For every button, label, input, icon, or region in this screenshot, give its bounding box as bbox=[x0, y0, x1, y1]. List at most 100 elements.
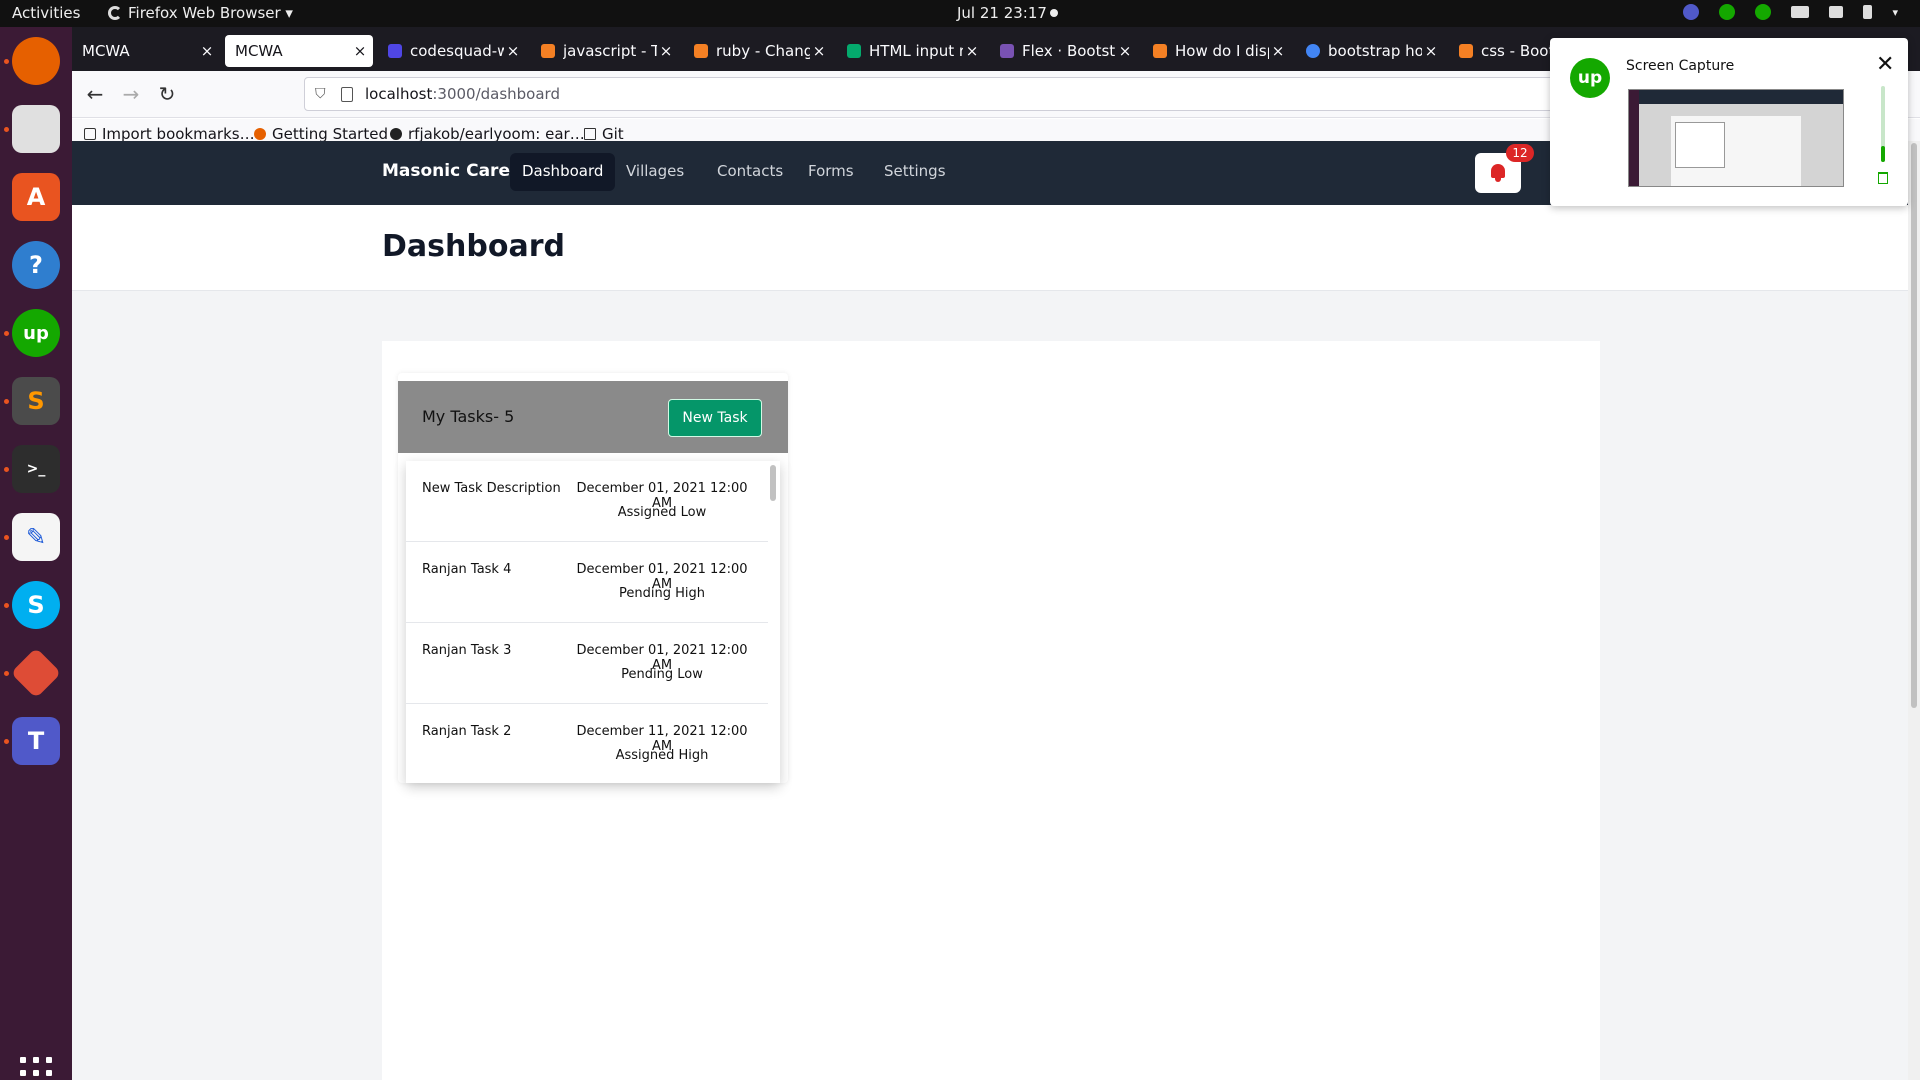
task-name: Ranjan Task 4 bbox=[422, 562, 512, 577]
url-path: :3000/dashboard bbox=[432, 85, 560, 103]
app-center-icon[interactable]: A bbox=[12, 173, 60, 221]
system-tray[interactable]: ▾ bbox=[1683, 4, 1898, 20]
url-host: localhost bbox=[365, 85, 433, 103]
running-indicator bbox=[4, 535, 9, 540]
browser-tab[interactable]: How do I displ × bbox=[1143, 35, 1291, 67]
browser-tab[interactable]: HTML input re × bbox=[837, 35, 985, 67]
my-tasks-card: My Tasks- 5 New Task New Task Descriptio… bbox=[398, 373, 788, 783]
running-indicator bbox=[4, 671, 9, 676]
running-indicator bbox=[4, 59, 9, 64]
task-row[interactable]: Ranjan Task 4 December 01, 2021 12:00 AM… bbox=[406, 542, 768, 623]
firefox-icon[interactable] bbox=[12, 37, 60, 85]
skype-icon[interactable]: S bbox=[12, 581, 60, 629]
browser-tab[interactable]: Flex · Bootstra × bbox=[990, 35, 1138, 67]
upwork-icon[interactable]: up bbox=[12, 309, 60, 357]
task-list[interactable]: New Task Description December 01, 2021 1… bbox=[406, 461, 780, 783]
git-icon[interactable] bbox=[10, 647, 62, 699]
close-tab-icon[interactable]: × bbox=[1422, 42, 1440, 60]
browser-tab[interactable]: codesquad-wa × bbox=[378, 35, 526, 67]
running-indicator bbox=[4, 331, 9, 336]
app-menu-label: Firefox Web Browser ▾ bbox=[128, 4, 293, 22]
trash-icon[interactable] bbox=[1878, 172, 1888, 184]
firefox-bookmark-icon bbox=[254, 128, 266, 140]
recording-indicator-icon bbox=[1050, 9, 1058, 17]
activities-button[interactable]: Activities bbox=[12, 4, 80, 22]
nav-villages[interactable]: Villages bbox=[614, 153, 696, 191]
sublime-text-icon[interactable]: S bbox=[12, 377, 60, 425]
tasks-title: My Tasks- 5 bbox=[422, 407, 515, 426]
tab-title: bootstrap hor bbox=[1328, 42, 1422, 60]
new-task-button[interactable]: New Task bbox=[668, 399, 762, 437]
w3schools-favicon-icon bbox=[847, 44, 861, 58]
wifi-icon[interactable] bbox=[1791, 6, 1810, 18]
task-row[interactable]: Ranjan Task 3 December 01, 2021 12:00 AM… bbox=[406, 623, 768, 704]
browser-tab[interactable]: MCWA × bbox=[72, 35, 220, 67]
import-icon bbox=[84, 128, 96, 140]
tracking-shield-icon[interactable]: ⛉ bbox=[315, 86, 326, 102]
tab-title: MCWA bbox=[235, 42, 283, 60]
teams-tray-icon[interactable] bbox=[1683, 4, 1700, 20]
close-tab-icon[interactable]: × bbox=[1116, 42, 1134, 60]
brand-logo[interactable]: Masonic Care bbox=[382, 161, 510, 181]
back-arrow-icon[interactable]: ← bbox=[82, 81, 108, 107]
check-tray-icon[interactable] bbox=[1719, 4, 1736, 20]
browser-tab[interactable]: bootstrap hor × bbox=[1296, 35, 1444, 67]
close-icon[interactable]: ✕ bbox=[1876, 52, 1894, 77]
task-status: Pending Low bbox=[621, 667, 703, 682]
nav-settings[interactable]: Settings bbox=[872, 153, 958, 191]
task-row[interactable]: Ranjan Task 2 December 11, 2021 12:00 AM… bbox=[406, 704, 768, 783]
stackoverflow-favicon-icon bbox=[694, 44, 708, 58]
system-menu-chevron-icon[interactable]: ▾ bbox=[1892, 6, 1898, 19]
capture-thumbnail[interactable] bbox=[1628, 89, 1844, 187]
upwork-tray-icon[interactable] bbox=[1755, 4, 1772, 20]
close-tab-icon[interactable]: × bbox=[198, 42, 216, 60]
thumbnail-navbar bbox=[1629, 90, 1843, 104]
nav-forms[interactable]: Forms bbox=[796, 153, 866, 191]
task-name: Ranjan Task 3 bbox=[422, 643, 512, 658]
bootstrap-favicon-icon bbox=[1000, 44, 1014, 58]
close-tab-icon[interactable]: × bbox=[810, 42, 828, 60]
tab-title: HTML input re bbox=[869, 42, 963, 60]
tasks-header: My Tasks- 5 New Task bbox=[398, 381, 788, 453]
teams-icon[interactable]: T bbox=[12, 717, 60, 765]
close-tab-icon[interactable]: × bbox=[963, 42, 981, 60]
page-info-icon[interactable] bbox=[341, 87, 353, 102]
bell-icon bbox=[1491, 164, 1505, 182]
browser-tab[interactable]: javascript - Ty × bbox=[531, 35, 679, 67]
address-bar[interactable]: ⛉ localhost:3000/dashboard bbox=[304, 77, 1664, 111]
page-scrollbar-thumb[interactable] bbox=[1911, 143, 1917, 708]
forward-arrow-icon[interactable]: → bbox=[118, 81, 144, 107]
close-tab-icon[interactable]: × bbox=[657, 42, 675, 60]
help-icon[interactable]: ? bbox=[12, 241, 60, 289]
browser-tab[interactable]: ruby - Change × bbox=[684, 35, 832, 67]
tab-title: codesquad-wa bbox=[410, 42, 504, 60]
clock[interactable]: Jul 21 23:17 bbox=[957, 4, 1047, 22]
task-list-scrollbar[interactable] bbox=[770, 465, 776, 501]
close-tab-icon[interactable]: × bbox=[1269, 42, 1287, 60]
task-status: Assigned High bbox=[615, 748, 709, 763]
running-indicator bbox=[4, 467, 9, 472]
close-tab-icon[interactable]: × bbox=[351, 42, 369, 60]
close-tab-icon[interactable]: × bbox=[504, 42, 522, 60]
terminal-icon[interactable]: >_ bbox=[12, 445, 60, 493]
thumbnail-dock bbox=[1629, 90, 1639, 186]
notification-count-badge: 12 bbox=[1506, 144, 1534, 162]
app-menu[interactable]: Firefox Web Browser ▾ bbox=[108, 4, 293, 22]
files-icon[interactable] bbox=[12, 105, 60, 153]
nav-contacts[interactable]: Contacts bbox=[705, 153, 795, 191]
firefox-small-icon bbox=[108, 6, 122, 20]
url-text[interactable]: localhost:3000/dashboard bbox=[365, 85, 560, 103]
tab-title: javascript - Ty bbox=[563, 42, 657, 60]
nav-dashboard[interactable]: Dashboard bbox=[510, 153, 616, 191]
volume-icon[interactable] bbox=[1829, 6, 1844, 18]
browser-tab-active[interactable]: MCWA × bbox=[225, 35, 373, 67]
show-applications-icon[interactable] bbox=[20, 1057, 52, 1080]
system-top-bar: Activities Firefox Web Browser ▾ Jul 21 … bbox=[0, 0, 1920, 27]
page-scrollbar[interactable] bbox=[1908, 141, 1920, 1080]
reload-icon[interactable]: ↻ bbox=[154, 81, 180, 107]
task-row[interactable]: New Task Description December 01, 2021 1… bbox=[406, 461, 768, 542]
battery-icon[interactable] bbox=[1863, 5, 1873, 19]
text-editor-icon[interactable]: ✎ bbox=[12, 513, 60, 561]
folder-icon bbox=[584, 128, 596, 140]
web-page: Masonic Care Dashboard Villages Contacts… bbox=[72, 141, 1908, 1080]
